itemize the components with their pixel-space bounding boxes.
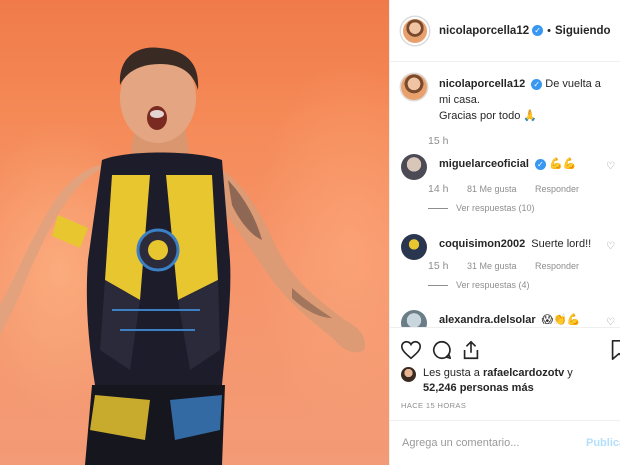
caption-meta: 15 h <box>428 135 464 147</box>
comment-input[interactable]: Agrega un comentario... <box>402 437 519 449</box>
liked-by-username[interactable]: rafaelcardozotv <box>483 367 564 379</box>
post-header: nicolaporcella12 ✓ • Siguiendo <box>390 0 620 62</box>
comment-username[interactable]: miguelarceoficial <box>439 158 529 170</box>
following-button[interactable]: Siguiendo <box>555 25 611 37</box>
avatar[interactable] <box>401 310 427 327</box>
verified-badge-icon: ✓ <box>532 25 544 36</box>
avatar[interactable] <box>401 16 429 45</box>
caption-emoji: 🙏 <box>523 110 538 122</box>
view-replies-label[interactable]: Ver respuestas (10) <box>456 203 535 213</box>
small-heart-icon[interactable]: ♡ <box>606 162 616 172</box>
comment-text: 😱👏💪 <box>541 314 581 326</box>
likes-prefix: Les gusta a <box>423 367 483 379</box>
separator-dot: • <box>547 24 551 37</box>
likes-suffix: y <box>564 367 573 379</box>
likes-count[interactable]: 52,246 personas más <box>423 382 534 394</box>
small-heart-icon[interactable]: ♡ <box>606 242 616 252</box>
comment-username[interactable]: coquisimon2002 <box>439 238 525 250</box>
comment-text: Suerte lord!! <box>531 238 592 250</box>
reply-button[interactable]: Responder <box>535 184 579 194</box>
liked-by: Les gusta a rafaelcardozotv y 52,246 per… <box>401 366 620 396</box>
avatar[interactable] <box>401 234 427 260</box>
view-replies-label[interactable]: Ver respuestas (4) <box>456 280 530 290</box>
post-time-ago[interactable]: HACE 15 HORAS <box>401 401 466 410</box>
view-replies[interactable]: Ver respuestas (4) <box>428 280 530 290</box>
post-photo[interactable] <box>0 0 389 465</box>
likes-summary: Les gusta a rafaelcardozotv y 52,246 per… <box>423 366 573 396</box>
post-side-panel: nicolaporcella12 ✓ • Siguiendo nicolapor… <box>389 0 620 465</box>
comment-meta: 15 h 31 Me gusta Responder <box>428 260 595 272</box>
comment-likes[interactable]: 81 Me gusta <box>467 184 517 194</box>
header-username[interactable]: nicolaporcella12 <box>439 25 529 37</box>
comment-meta: 14 h 81 Me gusta Responder <box>428 183 595 195</box>
verified-badge-icon: ✓ <box>534 158 546 170</box>
avatar[interactable] <box>401 367 416 382</box>
reply-button[interactable]: Responder <box>535 261 579 271</box>
post-comment-button[interactable]: Publicar <box>586 437 620 449</box>
small-heart-icon[interactable]: ♡ <box>606 318 616 328</box>
comment-bubble-icon[interactable] <box>431 339 453 361</box>
heart-icon[interactable] <box>400 339 422 361</box>
replies-line <box>428 285 448 287</box>
caption-username[interactable]: nicolaporcella12 <box>439 78 525 90</box>
comment-username[interactable]: alexandra.delsolar <box>439 314 536 326</box>
comment-time[interactable]: 14 h <box>428 183 448 195</box>
comment-text: 💪💪 <box>548 158 577 170</box>
comment-time[interactable]: 15 h <box>428 260 448 272</box>
bookmark-icon[interactable] <box>608 339 620 361</box>
comment-list[interactable]: nicolaporcella12 ✓ De vuelta a mi casa. G… <box>390 62 620 327</box>
share-arrow-icon[interactable] <box>460 339 482 361</box>
add-comment-bar: Agrega un comentario... Publicar <box>390 420 620 465</box>
comment-likes[interactable]: 31 Me gusta <box>467 261 517 271</box>
athlete-figure <box>0 47 366 465</box>
avatar[interactable] <box>401 74 427 100</box>
caption-time[interactable]: 15 h <box>428 135 448 147</box>
caption-text: Gracias por todo <box>439 110 521 122</box>
replies-line <box>428 208 448 210</box>
view-replies[interactable]: Ver respuestas (10) <box>428 203 535 213</box>
avatar[interactable] <box>401 154 427 180</box>
verified-badge-icon: ✓ <box>531 78 543 90</box>
